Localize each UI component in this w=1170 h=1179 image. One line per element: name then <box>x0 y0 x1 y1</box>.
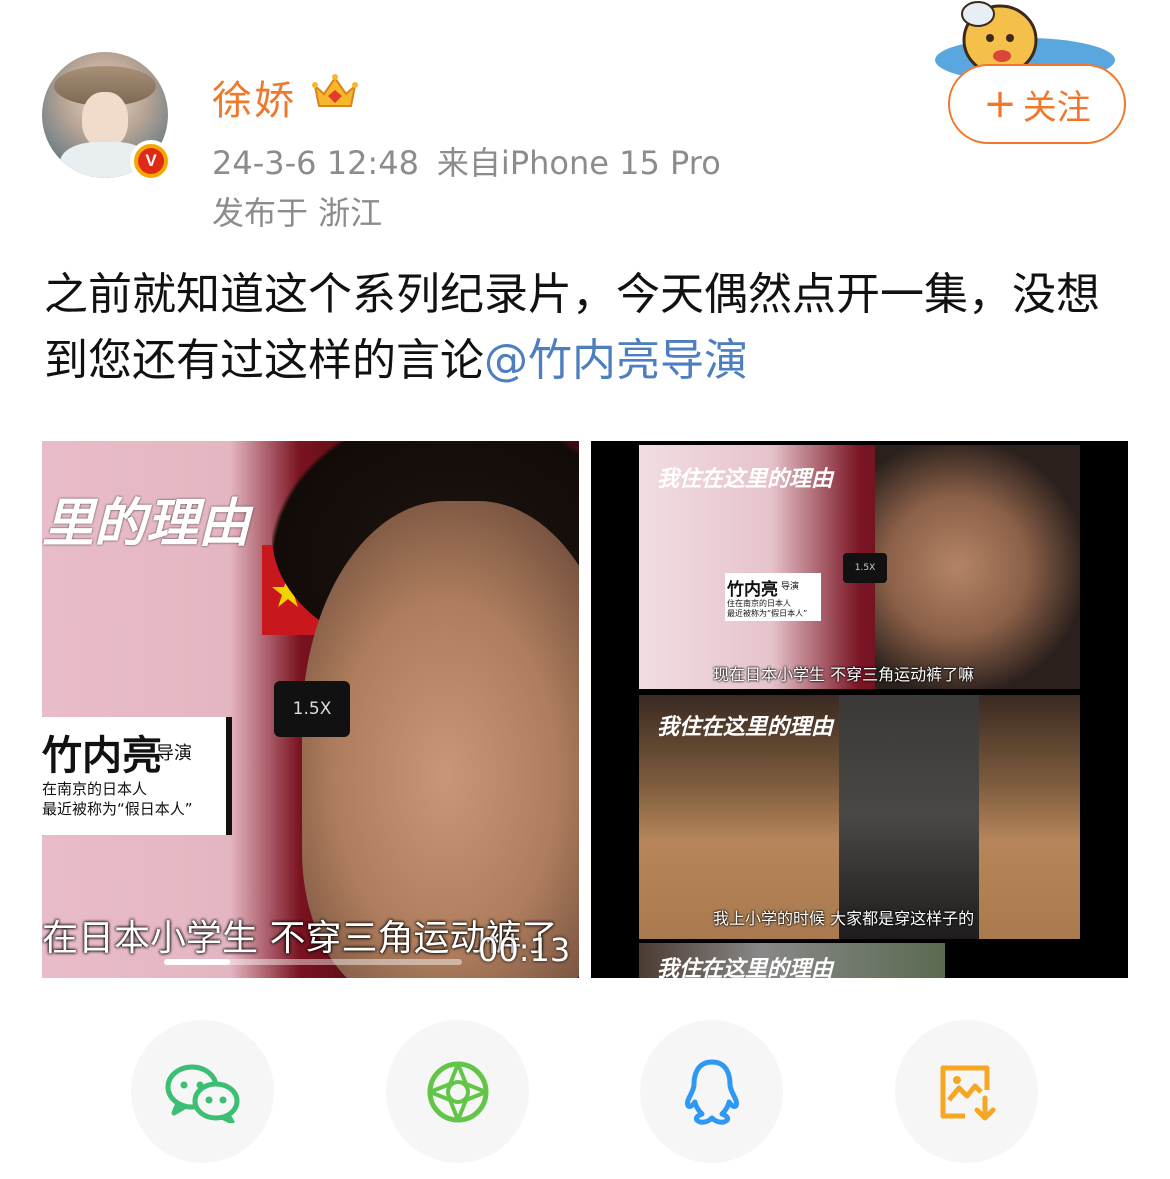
username[interactable]: 徐娇 <box>212 68 296 126</box>
frame-strip-title: 我住在这里的理由 <box>657 956 834 978</box>
frame-top-subtitle: 现在日本小学生 不穿三角运动裤了嘛 <box>713 665 975 684</box>
name-card-desc-line2: 最近被称为“假日本人” <box>42 800 193 818</box>
frame-name-card: 竹内亮 导演 住在南京的日本人 最近被称为“假日本人” <box>725 573 821 621</box>
name-card-desc-line1: 在南京的日本人 <box>42 780 148 798</box>
frame-bottom: 我住在这里的理由 我上小学的时候 大家都是穿这样子的 <box>639 695 1080 939</box>
name-card-name: 竹内亮 <box>42 733 162 779</box>
post-text: 之前就知道这个系列纪录片，今天偶然点开一集，没想到您还有过这样的言论@竹内亮导演 <box>44 262 1134 394</box>
frame-top-title: 我住在这里的理由 <box>657 466 834 492</box>
avatar-face <box>82 92 128 148</box>
post-timestamp: 24-3-6 12:48 <box>212 144 419 182</box>
post-meta: 24-3-6 12:48 来自iPhone 15 Pro <box>212 138 721 184</box>
image-thumbnail[interactable]: 我住在这里的理由 竹内亮 导演 住在南京的日本人 最近被称为“假日本人” 1.5… <box>591 441 1128 978</box>
wechat-icon <box>165 1064 239 1123</box>
frame-bottom-title: 我住在这里的理由 <box>657 714 834 740</box>
person-face <box>302 501 579 978</box>
frame-desc-line2: 最近被称为“假日本人” <box>727 609 808 618</box>
video-duration: 00:13 <box>478 931 571 969</box>
frame-top: 我住在这里的理由 竹内亮 导演 住在南京的日本人 最近被称为“假日本人” 1.5… <box>639 445 1080 689</box>
follow-button[interactable]: + 关注 <box>948 64 1126 144</box>
frame-name-card-desc: 住在南京的日本人 最近被称为“假日本人” <box>727 599 807 619</box>
post-source: 来自iPhone 15 Pro <box>436 144 721 182</box>
post-location: 发布于 浙江 <box>212 194 383 232</box>
verified-badge-icon: V <box>130 140 172 182</box>
video-progress-bar[interactable] <box>164 959 462 965</box>
qq-penguin-icon <box>684 1059 739 1125</box>
name-card-desc: 在南京的日本人 最近被称为“假日本人” <box>42 779 193 819</box>
name-card-role: 导演 <box>156 743 192 764</box>
save-image-icon <box>940 1065 995 1120</box>
video-thumbnail[interactable]: 里的理由 竹内亮 导演 在南京的日本人 最近被称为“假日本人” 1.5X 在日本… <box>42 441 579 978</box>
verified-badge-letter: V <box>138 148 164 174</box>
name-card: 竹内亮 导演 在南京的日本人 最近被称为“假日本人” <box>42 717 232 835</box>
mention-link[interactable]: @竹内亮导演 <box>484 335 748 386</box>
video-progress-fill <box>164 959 230 965</box>
person-standing <box>839 695 979 939</box>
save-image-button[interactable] <box>895 1020 1038 1163</box>
moments-aperture-icon <box>427 1061 488 1122</box>
share-moments-button[interactable] <box>386 1020 529 1163</box>
frame-desc-line1: 住在南京的日本人 <box>727 599 791 608</box>
frame-name-card-role: 导演 <box>781 582 800 592</box>
share-wechat-button[interactable] <box>131 1020 274 1163</box>
frame-speed-badge: 1.5X <box>843 553 887 583</box>
plus-icon: + <box>983 81 1017 127</box>
speed-badge: 1.5X <box>274 681 350 737</box>
video-title-overlay: 里的理由 <box>42 493 251 554</box>
vip-crown-icon <box>312 74 358 107</box>
person-closeup <box>875 445 1080 689</box>
frame-name-card-name: 竹内亮 <box>727 580 778 600</box>
follow-label: 关注 <box>1022 87 1091 128</box>
frame-strip: 我住在这里的理由 <box>639 943 945 978</box>
frame-bottom-subtitle: 我上小学的时候 大家都是穿这样子的 <box>713 909 975 928</box>
share-qq-button[interactable] <box>640 1020 783 1163</box>
